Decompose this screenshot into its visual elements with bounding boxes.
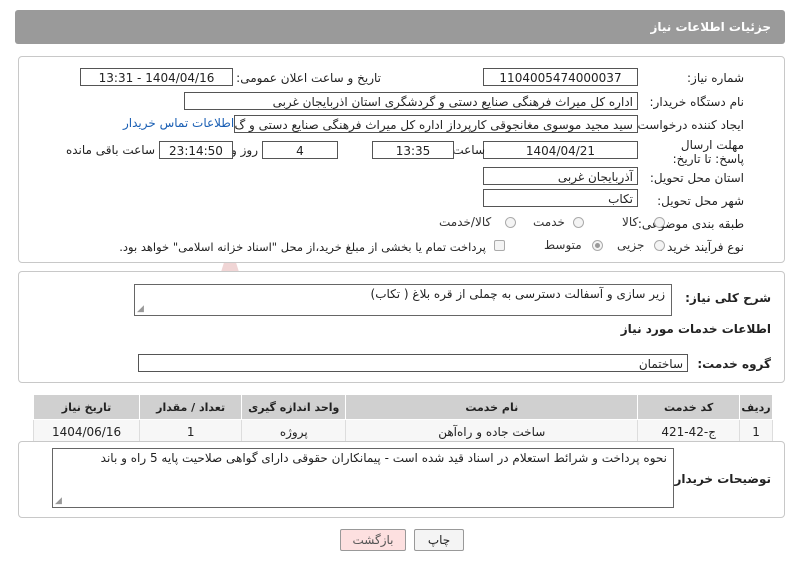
buyer-org-field: اداره کل میراث فرهنگی صنایع دستی و گردشگ… bbox=[184, 92, 638, 110]
need-number-label: شماره نیاز: bbox=[687, 71, 744, 85]
process-radio-minor[interactable] bbox=[654, 240, 665, 251]
time-label: ساعت bbox=[452, 143, 485, 157]
services-table-header: ردیف کد خدمت نام خدمت واحد اندازه گیری ت… bbox=[32, 394, 773, 420]
summary-text: زیر سازی و آسفالت دسترسی به چملی از قره … bbox=[134, 284, 672, 316]
category-radio-goods[interactable] bbox=[654, 217, 665, 228]
creator-field: سید مجید موسوی مغانجوقی کارپرداز اداره ک… bbox=[234, 115, 638, 133]
buyer-notes-text: نحوه پرداخت و شرائط استعلام در اسناد قید… bbox=[52, 448, 674, 508]
print-button[interactable]: چاپ bbox=[414, 529, 464, 551]
service-group-field: ساختمان bbox=[138, 354, 688, 372]
need-number-field: 1104005474000037 bbox=[483, 68, 638, 86]
deadline-date-field: 1404/04/21 bbox=[483, 141, 638, 159]
process-option-minor: جزیی bbox=[617, 238, 645, 252]
deadline-time-field: 13:35 bbox=[372, 141, 454, 159]
resize-grip-icon[interactable]: ◢ bbox=[55, 496, 62, 506]
city-field: تکاب bbox=[483, 189, 638, 207]
category-option-goods-service: کالا/خدمت bbox=[439, 215, 492, 229]
process-label: نوع فرآیند خرید : bbox=[659, 240, 744, 254]
col-qty: تعداد / مقدار bbox=[139, 394, 243, 420]
days-label: روز و bbox=[231, 143, 258, 157]
col-date: تاریخ نیاز bbox=[32, 394, 141, 420]
days-field: 4 bbox=[262, 141, 338, 159]
summary-text-content: زیر سازی و آسفالت دسترسی به چملی از قره … bbox=[370, 287, 665, 301]
resize-grip-icon[interactable]: ◢ bbox=[137, 304, 144, 314]
deadline-label: مهلت ارسال پاسخ: تا تاریخ: bbox=[672, 138, 744, 166]
category-option-goods: کالا bbox=[622, 215, 639, 229]
category-radio-goods-service[interactable] bbox=[505, 217, 516, 228]
buyer-notes-content: نحوه پرداخت و شرائط استعلام در اسناد قید… bbox=[100, 451, 667, 465]
treasury-payment-checkbox[interactable] bbox=[494, 240, 505, 251]
process-option-medium: متوسط bbox=[544, 238, 582, 252]
treasury-payment-note: پرداخت تمام یا بخشی از مبلغ خرید،از محل … bbox=[119, 240, 486, 254]
city-label: شهر محل تحویل: bbox=[657, 194, 744, 208]
province-label: استان محل تحویل: bbox=[649, 171, 744, 185]
back-button[interactable]: بازگشت bbox=[340, 529, 406, 551]
page-header: جزئیات اطلاعات نیاز bbox=[15, 10, 785, 44]
province-field: آذربایجان غربی bbox=[483, 167, 638, 185]
buyer-notes-label: توضیحات خریدار: bbox=[669, 472, 771, 486]
announce-field: 1404/04/16 - 13:31 bbox=[80, 68, 233, 86]
category-radio-service[interactable] bbox=[573, 217, 584, 228]
process-radio-medium[interactable] bbox=[592, 240, 603, 251]
col-unit: واحد اندازه گیری bbox=[241, 394, 347, 420]
buyer-contact-link[interactable]: اطلاعات تماس خریدار bbox=[123, 116, 234, 130]
announce-label: تاریخ و ساعت اعلان عمومی: bbox=[236, 71, 381, 85]
col-name: نام خدمت bbox=[345, 394, 639, 420]
services-table: ردیف کد خدمت نام خدمت واحد اندازه گیری ت… bbox=[32, 394, 773, 445]
col-code: کد خدمت bbox=[637, 394, 741, 420]
creator-label: ایجاد کننده درخواست: bbox=[633, 118, 744, 132]
remaining-time-field: 23:14:50 bbox=[159, 141, 233, 159]
col-row: ردیف bbox=[739, 394, 773, 420]
services-section-title: اطلاعات خدمات مورد نیاز bbox=[620, 322, 771, 336]
page-title: جزئیات اطلاعات نیاز bbox=[650, 20, 771, 34]
category-option-service: خدمت bbox=[533, 215, 565, 229]
remaining-label: ساعت باقی مانده bbox=[65, 143, 155, 157]
summary-label: شرح کلی نیاز: bbox=[685, 291, 771, 305]
buyer-org-label: نام دستگاه خریدار: bbox=[649, 95, 745, 109]
service-group-label: گروه خدمت: bbox=[697, 357, 771, 371]
